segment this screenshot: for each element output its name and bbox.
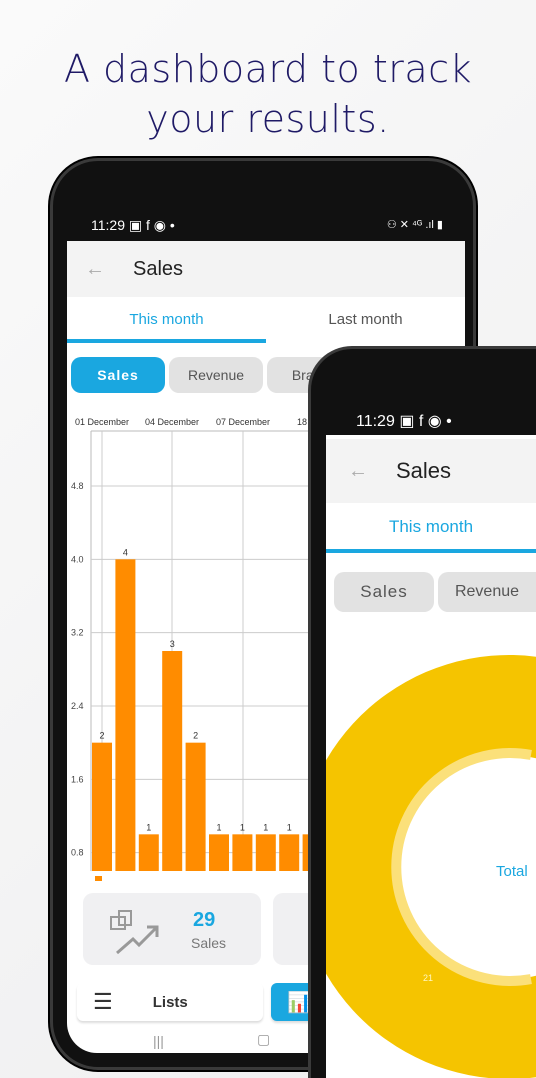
x-tick-label: 04 December	[145, 417, 199, 427]
bar-data-label: 4	[123, 547, 128, 557]
page-title: Sales	[133, 257, 184, 280]
donut-center-label: Total	[496, 863, 528, 880]
period-tabs: This month Last month	[67, 297, 465, 343]
phone-screen-front: 11:29 ▣ f ◉ • ← Sales This month Sales Re…	[326, 405, 536, 1078]
bar	[138, 834, 159, 871]
y-tick-label: 4.0	[71, 554, 84, 564]
bar	[162, 651, 183, 871]
list-icon: ☰	[93, 989, 113, 1014]
back-arrow-icon[interactable]: ←	[85, 258, 105, 281]
metric-chips-front: Sales Revenue	[334, 572, 536, 612]
home-icon[interactable]: ▢	[257, 1031, 270, 1048]
chip-sales[interactable]: Sales	[71, 357, 165, 393]
bar	[255, 834, 276, 871]
bar-data-label: 1	[263, 822, 268, 832]
bar-data-label: 1	[240, 822, 245, 832]
tab-this-month[interactable]: This month	[67, 297, 266, 343]
headline: A dashboard to track your results.	[63, 47, 473, 141]
sales-summary-card[interactable]: 29 Sales	[83, 893, 261, 965]
bar	[92, 742, 112, 871]
sales-count: 29	[193, 909, 216, 931]
bar-data-label: 1	[216, 822, 221, 832]
tab-last-month[interactable]: Last month	[266, 297, 465, 343]
donut-segment-label: 21	[423, 973, 434, 983]
back-arrow-icon[interactable]: ←	[348, 460, 368, 483]
status-bar-front: 11:29 ▣ f ◉ •	[326, 405, 536, 435]
chip-revenue[interactable]: Revenue	[169, 357, 263, 393]
app-bar: ← Sales	[67, 241, 465, 297]
legend-swatch	[95, 876, 102, 881]
donut-chart	[326, 655, 536, 1078]
bar	[232, 834, 253, 871]
y-tick-label: 0.8	[71, 848, 84, 858]
chip-revenue[interactable]: Revenue	[438, 572, 536, 612]
bar	[209, 834, 229, 871]
y-tick-label: 3.2	[71, 628, 84, 638]
app-bar-front: ← Sales	[326, 439, 536, 503]
y-tick-label: 2.4	[71, 701, 84, 711]
x-tick-label: 07 December	[216, 417, 270, 427]
recents-icon[interactable]: |||	[153, 1033, 164, 1049]
bar-data-label: 3	[170, 639, 175, 649]
chip-sales[interactable]: Sales	[334, 572, 434, 612]
x-tick-label: 01 December	[75, 417, 129, 427]
bar-data-label: 1	[146, 822, 151, 832]
bar	[115, 559, 136, 871]
bar	[279, 834, 300, 871]
tab-this-month[interactable]: This month	[326, 503, 536, 553]
lists-button[interactable]: ☰ Lists	[77, 983, 263, 1021]
period-tabs-front: This month	[326, 503, 536, 553]
shopping-bag-trend-icon	[110, 910, 159, 955]
status-bar: 11:29 ▣ f ◉ • ⚇ ✕ ⁴ᴳ .ıl ▮	[67, 211, 465, 241]
bar-data-label: 2	[193, 731, 198, 741]
bar-data-label: 2	[99, 731, 104, 741]
y-tick-label: 4.8	[71, 481, 84, 491]
bar	[185, 742, 206, 871]
sales-count-label: Sales	[191, 935, 227, 951]
bar-data-label: 1	[287, 822, 292, 832]
y-tick-label: 1.6	[71, 774, 84, 784]
phone-front: 11:29 ▣ f ◉ • ← Sales This month Sales Re…	[308, 346, 536, 1078]
